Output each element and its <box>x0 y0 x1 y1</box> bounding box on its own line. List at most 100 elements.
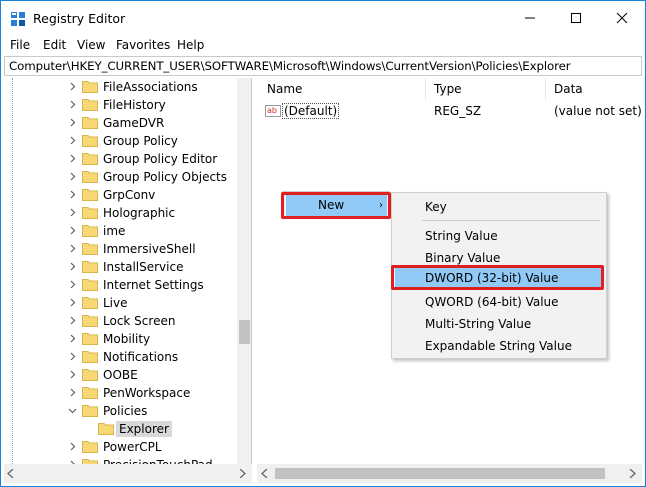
tree-item[interactable]: Explorer <box>4 420 236 438</box>
tree-item-label: Holographic <box>103 206 176 220</box>
chevron-right-icon[interactable] <box>68 154 77 163</box>
column-header-name[interactable]: Name <box>267 82 302 96</box>
chevron-right-icon[interactable] <box>68 226 77 235</box>
tree-item[interactable]: InstallService <box>4 258 236 276</box>
tree-item[interactable]: Notifications <box>4 348 236 366</box>
tree-item[interactable]: PrecisionTouchPad <box>4 456 236 464</box>
tree-item[interactable]: PowerCPL <box>4 438 236 456</box>
chevron-right-icon[interactable] <box>68 442 77 451</box>
registry-editor-app-icon <box>11 12 25 26</box>
close-button[interactable] <box>599 1 645 35</box>
scroll-left-icon[interactable] <box>261 469 269 478</box>
chevron-right-icon[interactable] <box>68 370 77 379</box>
tree-item[interactable]: Mobility <box>4 330 236 348</box>
tree-item[interactable]: Group Policy <box>4 132 236 150</box>
address-bar[interactable]: Computer\HKEY_CURRENT_USER\SOFTWARE\Micr… <box>4 56 642 76</box>
tree-item[interactable]: OOBE <box>4 366 236 384</box>
folder-icon <box>82 405 98 417</box>
chevron-right-icon[interactable] <box>68 262 77 271</box>
column-divider[interactable] <box>425 78 426 100</box>
key-tree-pane[interactable]: FileAssociations FileHistory GameDVR Group … <box>4 78 252 464</box>
folder-icon <box>82 171 98 183</box>
close-icon <box>616 12 628 24</box>
tree-item[interactable]: Holographic <box>4 204 236 222</box>
chevron-right-icon[interactable] <box>68 190 77 199</box>
chevron-right-icon[interactable] <box>68 136 77 145</box>
menu-file[interactable]: File <box>10 38 30 52</box>
menu-favorites[interactable]: Favorites <box>116 38 170 52</box>
tree-item-label: GrpConv <box>103 188 156 202</box>
chevron-right-icon[interactable] <box>68 352 77 361</box>
chevron-right-icon[interactable] <box>68 118 77 127</box>
scroll-left-icon[interactable] <box>7 469 15 478</box>
column-header-type[interactable]: Type <box>434 82 462 96</box>
tree-item-label: Mobility <box>103 332 151 346</box>
folder-icon <box>82 333 98 345</box>
submenu-item-string-value[interactable]: String Value <box>395 226 604 246</box>
minimize-button[interactable] <box>507 1 553 35</box>
chevron-right-icon[interactable] <box>68 298 77 307</box>
tree-item-label: InstallService <box>103 260 184 274</box>
chevron-right-icon[interactable] <box>68 316 77 325</box>
tree-item[interactable]: Policies <box>4 402 236 420</box>
chevron-right-icon[interactable] <box>68 244 77 253</box>
submenu-item-qword-value[interactable]: QWORD (64-bit) Value <box>395 292 604 312</box>
tree-horizontal-scrollbar[interactable] <box>4 464 252 483</box>
tree-item[interactable]: Lock Screen <box>4 312 236 330</box>
chevron-right-icon[interactable] <box>68 388 77 397</box>
value-row[interactable]: ab (Default) REG_SZ (value not set) <box>257 102 642 120</box>
tree-item[interactable]: PenWorkspace <box>4 384 236 402</box>
registry-editor-window: Registry Editor File Edit View Favorites… <box>0 0 646 487</box>
scroll-right-icon[interactable] <box>628 469 636 478</box>
tree-item[interactable]: FileHistory <box>4 96 236 114</box>
tree-scroll-thumb[interactable] <box>239 320 250 344</box>
menu-view[interactable]: View <box>77 38 105 52</box>
folder-open-icon <box>98 423 114 435</box>
folder-icon <box>82 297 98 309</box>
title-bar: Registry Editor <box>1 1 645 35</box>
maximize-button[interactable] <box>553 1 599 35</box>
tree-vertical-scrollbar[interactable] <box>237 78 251 464</box>
chevron-right-icon[interactable] <box>68 280 77 289</box>
value-type: REG_SZ <box>434 104 482 118</box>
tree-item[interactable]: Live <box>4 294 236 312</box>
submenu-separator <box>422 220 600 221</box>
tree-item[interactable]: ImmersiveShell <box>4 240 236 258</box>
folder-icon <box>82 153 98 165</box>
menu-edit[interactable]: Edit <box>43 38 66 52</box>
tree-item[interactable]: GameDVR <box>4 114 236 132</box>
submenu-item-multi-string-value[interactable]: Multi-String Value <box>395 314 604 334</box>
tree-item[interactable]: Internet Settings <box>4 276 236 294</box>
folder-icon <box>82 135 98 147</box>
submenu-item-label: Key <box>425 200 447 214</box>
submenu-item-key[interactable]: Key <box>395 197 604 217</box>
column-divider[interactable] <box>545 78 546 100</box>
tree-item[interactable]: Group Policy Editor <box>4 150 236 168</box>
chevron-right-icon[interactable] <box>68 100 77 109</box>
scroll-right-icon[interactable] <box>238 469 246 478</box>
submenu-item-label: Multi-String Value <box>425 317 532 331</box>
chevron-down-icon[interactable] <box>68 406 77 415</box>
value-name: (Default) <box>282 103 340 119</box>
tree-item[interactable]: Group Policy Objects <box>4 168 236 186</box>
submenu-item-expandable-string-value[interactable]: Expandable String Value <box>395 336 604 356</box>
tree-item-label: FileHistory <box>103 98 166 112</box>
chevron-right-icon[interactable] <box>68 82 77 91</box>
tree-item-label: ime <box>103 224 126 238</box>
chevron-right-icon[interactable] <box>68 172 77 181</box>
chevron-right-icon[interactable] <box>68 334 77 343</box>
submenu-item-label: QWORD (64-bit) Value <box>425 295 559 309</box>
column-header-data[interactable]: Data <box>554 82 583 96</box>
tree-item[interactable]: FileAssociations <box>4 78 236 96</box>
menu-help[interactable]: Help <box>177 38 204 52</box>
list-scroll-thumb[interactable] <box>275 468 605 479</box>
folder-icon <box>82 225 98 237</box>
tree-item-label: OOBE <box>103 368 138 382</box>
folder-icon <box>82 243 98 255</box>
maximize-icon <box>571 13 581 23</box>
tree-item-label: Group Policy Objects <box>103 170 228 184</box>
tree-item[interactable]: ime <box>4 222 236 240</box>
list-horizontal-scrollbar[interactable] <box>257 464 642 483</box>
chevron-right-icon[interactable] <box>68 208 77 217</box>
tree-item[interactable]: GrpConv <box>4 186 236 204</box>
